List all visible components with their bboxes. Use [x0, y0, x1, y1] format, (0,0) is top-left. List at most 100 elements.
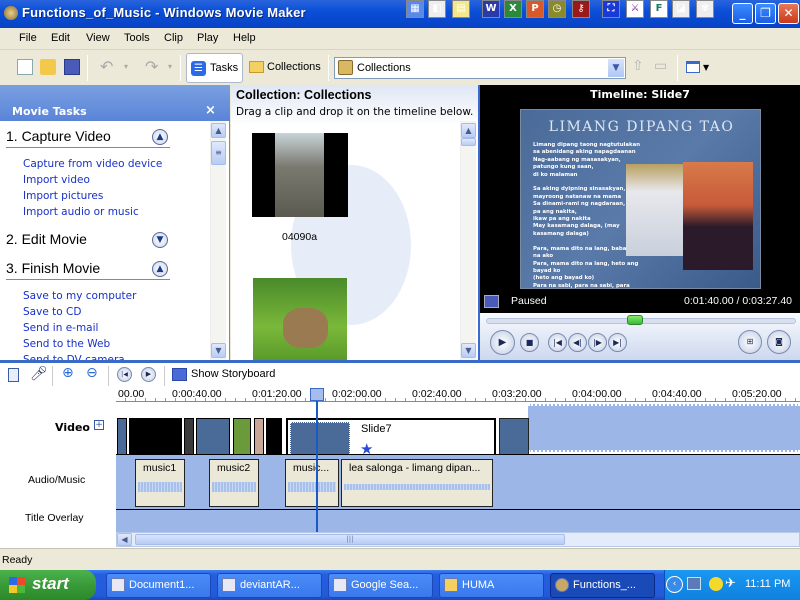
scroll-up-icon[interactable]: ▲ [461, 123, 476, 138]
chevron-down-icon[interactable]: ▼ [608, 59, 624, 77]
split-clip-button[interactable]: ⊞ [738, 330, 762, 354]
link-send-web[interactable]: Send to the Web [23, 338, 110, 350]
clip-thumbnail[interactable] [253, 278, 347, 360]
taskbar-item[interactable]: deviantAR... [217, 573, 322, 598]
menu-tools[interactable]: Tools [124, 32, 150, 44]
timeline-hscrollbar[interactable]: ◀ ||| [116, 532, 800, 547]
scroll-left-icon[interactable]: ◀ [117, 533, 132, 546]
storyboard-icon[interactable] [172, 368, 187, 381]
link-import-audio[interactable]: Import audio or music [23, 206, 139, 218]
publisher-icon[interactable]: ◷ [548, 0, 566, 18]
app-icon[interactable]: ◧ [428, 0, 446, 18]
expand-icon[interactable]: ▼ [152, 232, 168, 248]
taskbar-item[interactable]: Document1... [106, 573, 211, 598]
set-audio-levels-icon[interactable] [8, 368, 19, 382]
frontpage-icon[interactable]: F [650, 0, 668, 18]
views-dropdown-icon[interactable]: ▼ [703, 63, 709, 72]
menu-help[interactable]: Help [233, 32, 256, 44]
start-button[interactable]: start [0, 570, 96, 600]
undo-icon[interactable]: ↶ [100, 57, 113, 76]
app-icon[interactable]: ▦ [406, 0, 424, 18]
expand-track-icon[interactable]: + [94, 420, 104, 430]
scroll-down-icon[interactable]: ▼ [211, 343, 226, 358]
audio-clip[interactable]: music... [285, 459, 339, 507]
task-pane-scrollbar[interactable]: ▲ ≡ ▼ [210, 121, 226, 360]
app-icon[interactable]: ▤ [452, 0, 470, 18]
scroll-down-icon[interactable]: ▼ [461, 343, 476, 358]
link-import-pictures[interactable]: Import pictures [23, 190, 103, 202]
zoom-out-icon[interactable]: ⊖ [86, 365, 98, 381]
tray-app-icon[interactable]: ✈ [725, 576, 736, 591]
stop-button[interactable]: ■ [520, 333, 539, 352]
audio-clip[interactable]: music1 [135, 459, 185, 507]
scroll-thumb[interactable] [461, 138, 476, 146]
close-button[interactable]: ✕ [778, 3, 799, 24]
audio-clip[interactable]: lea salonga - limang dipan... [341, 459, 493, 507]
collection-scrollbar[interactable]: ▲ ▼ [460, 121, 476, 360]
app-icon[interactable]: ⚔ [626, 0, 644, 18]
section-finish-movie[interactable]: 3. Finish Movie [6, 260, 100, 276]
clip-thumbnail[interactable] [252, 133, 348, 217]
take-picture-button[interactable]: ◙ [767, 330, 791, 354]
section-capture-video[interactable]: 1. Capture Video [6, 128, 111, 144]
close-icon[interactable]: × [205, 103, 216, 118]
link-send-email[interactable]: Send in e-mail [23, 322, 98, 334]
play-timeline-button[interactable]: ▶ [141, 367, 156, 382]
save-project-icon[interactable] [64, 59, 80, 75]
minimize-button[interactable]: _ [732, 3, 753, 24]
powerpoint-icon[interactable]: P [526, 0, 544, 18]
zoom-in-icon[interactable]: ⊕ [62, 365, 74, 381]
restore-button[interactable]: ❐ [755, 3, 776, 24]
collections-button[interactable]: Collections [248, 53, 322, 83]
scroll-thumb[interactable]: ||| [135, 534, 565, 545]
previous-frame-button[interactable]: ◀| [568, 333, 587, 352]
up-folder-icon[interactable]: ⇧ [632, 58, 644, 74]
app-icon[interactable]: ✾ [696, 0, 714, 18]
link-save-to-cd[interactable]: Save to CD [23, 306, 81, 318]
show-storyboard-button[interactable]: Show Storyboard [191, 368, 275, 380]
narrate-timeline-icon[interactable]: 🎤︎ [30, 366, 48, 382]
redo-dropdown-icon[interactable]: ▾ [168, 62, 172, 71]
fullscreen-icon[interactable] [484, 295, 499, 308]
word-icon[interactable]: W [482, 0, 500, 18]
audio-clip[interactable]: music2 [209, 459, 259, 507]
menu-play[interactable]: Play [197, 32, 218, 44]
redo-icon[interactable]: ↷ [145, 57, 158, 76]
menu-clip[interactable]: Clip [164, 32, 183, 44]
link-capture-from-device[interactable]: Capture from video device [23, 158, 162, 170]
link-import-video[interactable]: Import video [23, 174, 90, 186]
title-overlay-track[interactable] [116, 510, 800, 532]
access-icon[interactable]: ⚷ [572, 0, 590, 18]
open-project-icon[interactable] [40, 59, 56, 75]
section-edit-movie[interactable]: 2. Edit Movie [6, 231, 87, 247]
app-icon[interactable]: ◪ [672, 0, 690, 18]
next-frame-button[interactable]: |▶ [588, 333, 607, 352]
undo-dropdown-icon[interactable]: ▾ [124, 62, 128, 71]
menu-edit[interactable]: Edit [51, 32, 70, 44]
seek-thumb[interactable] [627, 315, 644, 325]
menu-view[interactable]: View [86, 32, 110, 44]
rewind-timeline-button[interactable]: |◀ [117, 367, 132, 382]
menu-file[interactable]: File [19, 32, 37, 44]
link-save-to-computer[interactable]: Save to my computer [23, 290, 136, 302]
new-project-icon[interactable] [17, 59, 33, 75]
messenger-icon[interactable] [709, 577, 723, 591]
taskbar-item[interactable]: Google Sea... [328, 573, 433, 598]
forward-to-end-button[interactable]: ▶| [608, 333, 627, 352]
collapse-icon[interactable]: ▲ [152, 129, 168, 145]
collapse-icon[interactable]: ▲ [152, 261, 168, 277]
chevron-left-icon[interactable]: ‹ [666, 576, 683, 593]
new-collection-icon[interactable]: ▭ [654, 58, 667, 74]
app-icon[interactable]: ⛶ [602, 0, 620, 18]
back-to-start-button[interactable]: |◀ [548, 333, 567, 352]
taskbar-item-active[interactable]: Functions_... [550, 573, 655, 598]
views-icon[interactable] [686, 61, 700, 73]
network-icon[interactable] [687, 577, 701, 590]
playhead-handle[interactable] [310, 388, 324, 401]
excel-icon[interactable]: X [504, 0, 522, 18]
collections-dropdown[interactable]: Collections ▼ [334, 57, 626, 79]
scroll-up-icon[interactable]: ▲ [211, 123, 226, 138]
play-button[interactable]: ▶ [490, 330, 515, 355]
scroll-thumb[interactable]: ≡ [211, 141, 226, 165]
taskbar-item[interactable]: HUMA [439, 573, 544, 598]
